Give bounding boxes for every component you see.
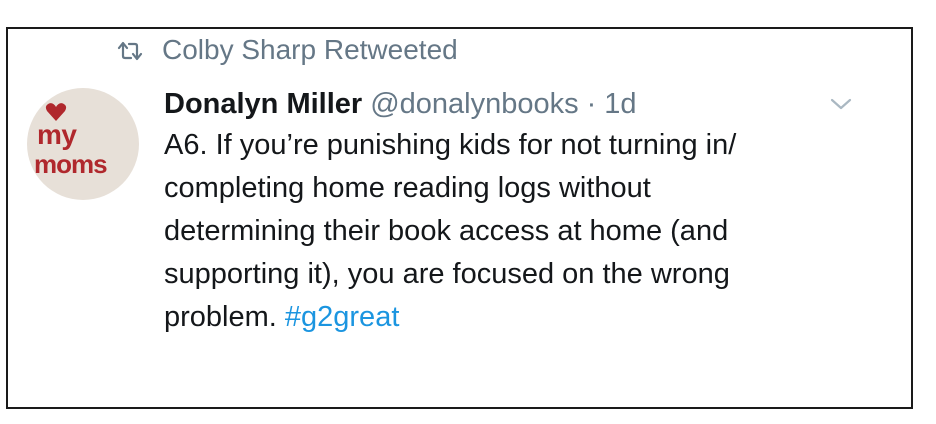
tweet-header: Donalyn Miller @donalynbooks · 1d	[164, 84, 637, 124]
tweet-text-line: completing home reading logs without	[164, 172, 651, 204]
avatar[interactable]: my moms	[27, 88, 139, 200]
retweet-context[interactable]: Colby Sharp Retweeted	[116, 32, 458, 68]
avatar-text-line1: my	[37, 119, 77, 150]
tweet-text-line: supporting it), you are focused on the w…	[164, 258, 730, 290]
hashtag-link[interactable]: #g2great	[285, 301, 400, 333]
tweet-text-fragment: problem.	[164, 301, 285, 333]
display-name[interactable]: Donalyn Miller	[164, 88, 362, 121]
user-handle[interactable]: @donalynbooks	[370, 88, 578, 121]
chevron-down-icon[interactable]	[830, 97, 852, 111]
tweet-text: A6. If you’re punishing kids for not tur…	[164, 124, 869, 339]
retweet-label[interactable]: Colby Sharp Retweeted	[162, 34, 458, 66]
timestamp[interactable]: 1d	[604, 88, 636, 121]
retweet-icon	[116, 38, 144, 62]
tweet-text-line: A6. If you’re punishing kids for not tur…	[164, 129, 737, 161]
tweet-text-line: determining their book access at home (a…	[164, 215, 729, 247]
avatar-text-line2: moms	[34, 149, 108, 179]
separator-dot: ·	[586, 87, 597, 120]
tweet-text-line-last: problem. #g2great	[164, 296, 869, 339]
